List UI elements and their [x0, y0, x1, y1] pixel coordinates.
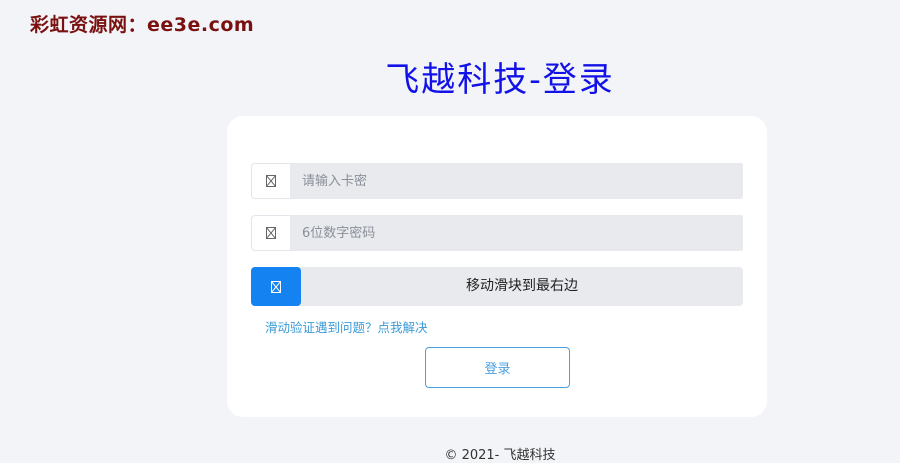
password-addon — [251, 215, 290, 251]
broken-image-icon — [271, 280, 281, 293]
captcha-help-link[interactable]: 滑动验证遇到问题？点我解决 — [265, 317, 428, 336]
card-key-addon — [251, 163, 290, 199]
slider-label: 移动滑块到最右边 — [466, 278, 578, 294]
broken-image-icon — [266, 227, 276, 239]
login-button[interactable]: 登录 — [425, 347, 570, 388]
password-field-group — [251, 215, 743, 251]
page-title: 飞越科技-登录 — [385, 60, 615, 100]
footer-copyright: © 2021- 飞越科技 — [444, 448, 556, 463]
card-key-input[interactable] — [290, 163, 743, 199]
slider-handle[interactable] — [251, 267, 301, 306]
password-input[interactable] — [290, 215, 743, 251]
watermark-text: 彩虹资源网：ee3e.com — [30, 14, 255, 36]
broken-image-icon — [266, 175, 276, 187]
card-key-field-group — [251, 163, 743, 199]
login-card: 移动滑块到最右边 滑动验证遇到问题？点我解决 登录 — [227, 116, 767, 417]
slider-captcha[interactable]: 移动滑块到最右边 — [251, 267, 743, 306]
